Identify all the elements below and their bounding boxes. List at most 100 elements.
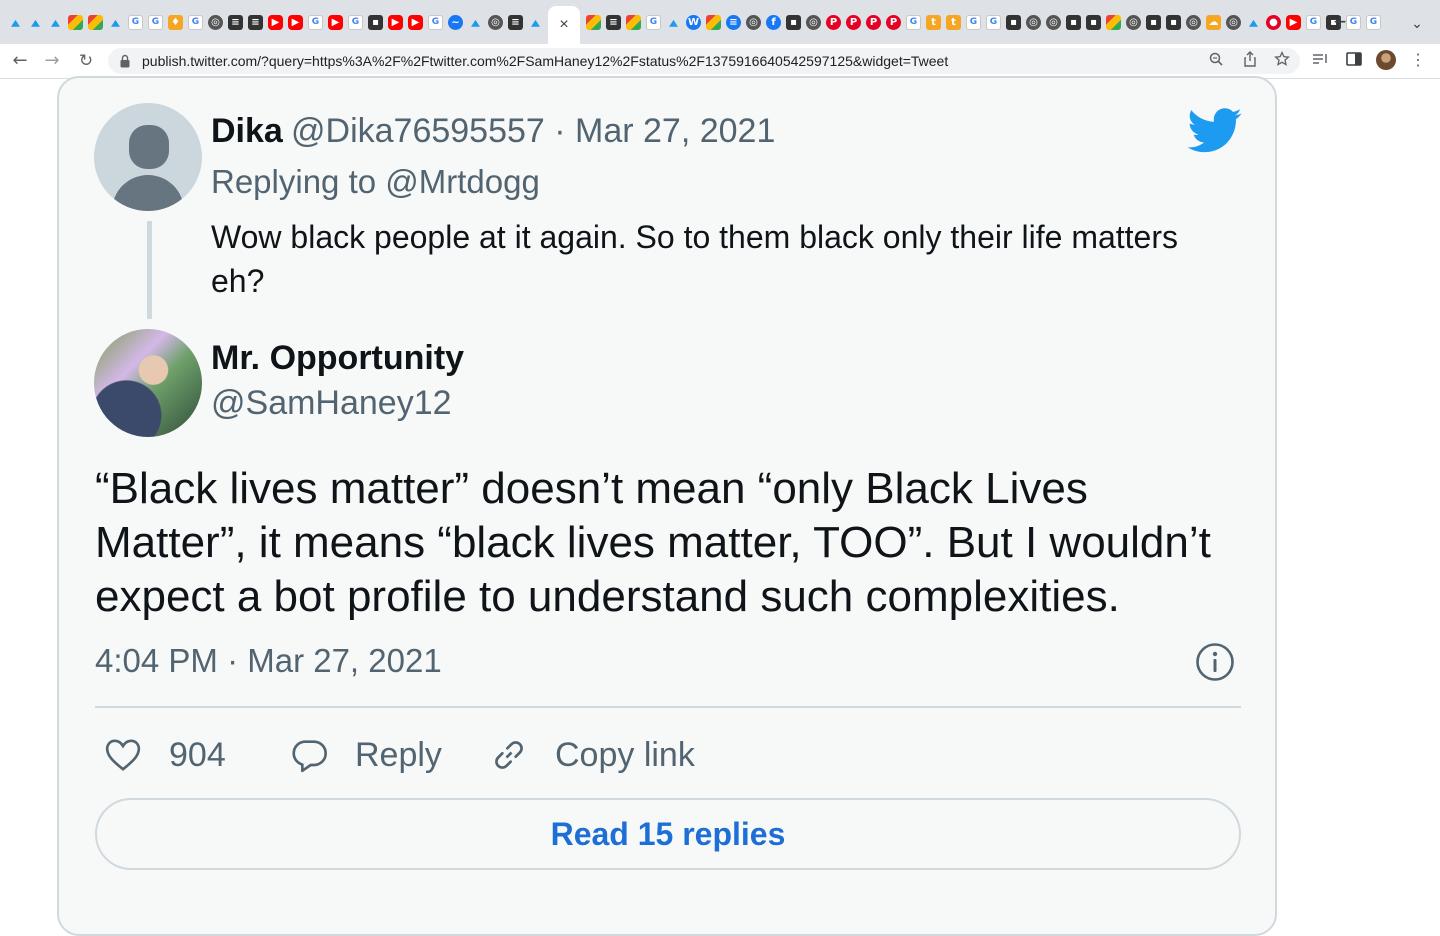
reddit-icon[interactable]: ● <box>1266 14 1281 30</box>
read-replies-button[interactable]: Read 15 replies <box>95 798 1241 870</box>
twitter-bird-icon[interactable] <box>1187 108 1243 154</box>
app-icon[interactable]: ▪ <box>786 14 801 30</box>
google-icon[interactable]: G <box>188 14 203 30</box>
parent-tweet-text: Wow black people at it again. So to them… <box>211 219 1178 299</box>
close-tab-icon[interactable]: × <box>559 16 568 34</box>
youtube-icon[interactable]: ▶ <box>288 14 303 30</box>
app-icon[interactable]: ▪ <box>1066 14 1081 30</box>
app-icon[interactable]: ▪ <box>368 14 383 30</box>
author-avatar[interactable] <box>94 329 202 437</box>
maps-icon[interactable] <box>1106 14 1121 30</box>
soundcloud-icon[interactable]: ☁ <box>1206 14 1221 30</box>
youtube-icon[interactable]: ▶ <box>408 14 423 30</box>
youtube-icon[interactable]: ▶ <box>268 14 283 30</box>
twitter-icon[interactable]: ▼ <box>26 15 46 30</box>
parent-author-name[interactable]: Dika <box>211 112 283 151</box>
youtube-icon[interactable]: ▶ <box>388 14 403 30</box>
tumblr-icon[interactable]: t <box>946 14 961 30</box>
pinterest-icon[interactable]: P <box>866 14 881 30</box>
tumblr-icon[interactable]: t <box>926 14 941 30</box>
reading-list-icon[interactable] <box>1310 51 1330 71</box>
pinterest-icon[interactable]: P <box>886 14 901 30</box>
bookmark-star-icon[interactable] <box>1272 50 1292 71</box>
speech-bubble-icon <box>292 740 327 773</box>
kebab-menu-icon[interactable]: ⋮ <box>1408 51 1428 71</box>
side-panel-icon[interactable] <box>1344 51 1364 71</box>
app-icon[interactable]: ▪ <box>1086 14 1101 30</box>
active-tab[interactable]: × <box>548 6 580 44</box>
google-icon[interactable]: G <box>308 14 323 30</box>
address-bar[interactable]: publish.twitter.com/?query=https%3A%2F%2… <box>108 48 1300 74</box>
word-icon[interactable]: W <box>686 14 701 30</box>
photos-icon[interactable] <box>68 14 83 30</box>
pinterest-icon[interactable]: P <box>846 14 861 30</box>
globe-icon[interactable]: ◎ <box>488 14 503 30</box>
twitter-icon[interactable]: ▼ <box>466 15 486 30</box>
youtube-icon[interactable]: ▶ <box>1286 14 1301 30</box>
google-icon[interactable]: G <box>986 14 1001 30</box>
author-handle[interactable]: @SamHaney12 <box>211 384 452 423</box>
app-icon[interactable]: ▪ <box>1146 14 1161 30</box>
twitter-icon[interactable]: ▼ <box>106 15 126 30</box>
globe-icon[interactable]: ◎ <box>806 14 821 30</box>
facebook-icon[interactable]: f <box>766 14 781 30</box>
twitter-icon[interactable]: ▼ <box>664 15 684 30</box>
heart-icon <box>105 739 141 771</box>
google-icon[interactable]: G <box>348 14 363 30</box>
globe-icon[interactable]: ◎ <box>1026 14 1041 30</box>
google-icon[interactable]: G <box>966 14 981 30</box>
google-icon[interactable]: G <box>1366 14 1381 30</box>
news-icon[interactable]: ≡ <box>228 14 243 30</box>
google-icon[interactable]: G <box>428 14 443 30</box>
new-tab-button[interactable]: + <box>1328 10 1352 34</box>
parent-avatar[interactable] <box>94 103 202 211</box>
back-icon[interactable]: ← <box>8 49 32 73</box>
twitter-icon[interactable]: ▼ <box>6 15 26 30</box>
profile-avatar[interactable] <box>1376 50 1396 70</box>
maps-icon[interactable] <box>706 14 721 30</box>
globe-icon[interactable]: ◎ <box>208 14 223 30</box>
zoom-icon[interactable] <box>1206 51 1226 71</box>
globe-icon[interactable]: ◎ <box>746 14 761 30</box>
google-icon[interactable]: G <box>906 14 921 30</box>
reply-button[interactable]: Reply <box>289 730 442 780</box>
youtube-icon[interactable]: ▶ <box>328 14 343 30</box>
globe-icon[interactable]: ◎ <box>1186 14 1201 30</box>
globe-icon[interactable]: ◎ <box>1126 14 1141 30</box>
shield-icon[interactable]: ♦ <box>168 14 183 30</box>
globe-icon[interactable]: ◎ <box>1226 14 1241 30</box>
reload-icon[interactable]: ↻ <box>74 49 98 73</box>
chart-icon[interactable]: ~ <box>448 14 463 30</box>
news-icon[interactable]: ≡ <box>508 14 523 30</box>
twitter-icon[interactable]: ▼ <box>526 15 546 30</box>
tab-search-icon[interactable]: ⌄ <box>1406 12 1428 34</box>
google-icon[interactable]: G <box>646 14 661 30</box>
replying-to[interactable]: Replying to @Mrtdogg <box>211 163 540 201</box>
author-name[interactable]: Mr. Opportunity <box>211 339 464 378</box>
globe-icon[interactable]: ◎ <box>1046 14 1061 30</box>
copy-link-button[interactable]: Copy link <box>489 730 695 780</box>
share-icon[interactable] <box>1240 51 1260 71</box>
photos-icon[interactable] <box>88 14 103 30</box>
pinterest-icon[interactable]: P <box>826 14 841 30</box>
news-icon[interactable]: ≡ <box>248 14 263 30</box>
google-icon[interactable]: G <box>148 14 163 30</box>
news-icon[interactable]: ≡ <box>606 14 621 30</box>
twitter-icon[interactable]: ▼ <box>1244 15 1264 30</box>
tweet-timestamp[interactable]: 4:04 PM · Mar 27, 2021 <box>95 642 442 680</box>
url-text[interactable]: publish.twitter.com/?query=https%3A%2F%2… <box>142 48 948 74</box>
like-button[interactable]: 904 <box>103 730 226 780</box>
twitter-icon[interactable]: ▼ <box>46 15 66 30</box>
divider <box>95 706 1241 708</box>
info-icon[interactable] <box>1195 642 1235 682</box>
maps-icon[interactable] <box>586 14 601 30</box>
parent-handle-date[interactable]: @Dika76595557 · Mar 27, 2021 <box>291 112 775 151</box>
google-icon[interactable]: G <box>1306 14 1321 30</box>
maps-icon[interactable] <box>626 14 641 30</box>
google-icon[interactable]: G <box>128 14 143 30</box>
app-icon[interactable]: ▪ <box>1166 14 1181 30</box>
app-icon[interactable]: ▪ <box>1006 14 1021 30</box>
doc-icon[interactable]: ≡ <box>726 14 741 30</box>
forward-icon[interactable]: → <box>40 49 64 73</box>
tab-favicons: ▼ ▼ ▼ ▼ G G ♦ G ◎ ≡ ≡ ▶ ▶ G ▶ G ▪ ▶ ▶ G ~ ▼ ◎ ≡ ▼ ≡ G ▼ W ≡ ◎ f ▪ ◎ P P P P Gt… <box>6 11 1381 33</box>
